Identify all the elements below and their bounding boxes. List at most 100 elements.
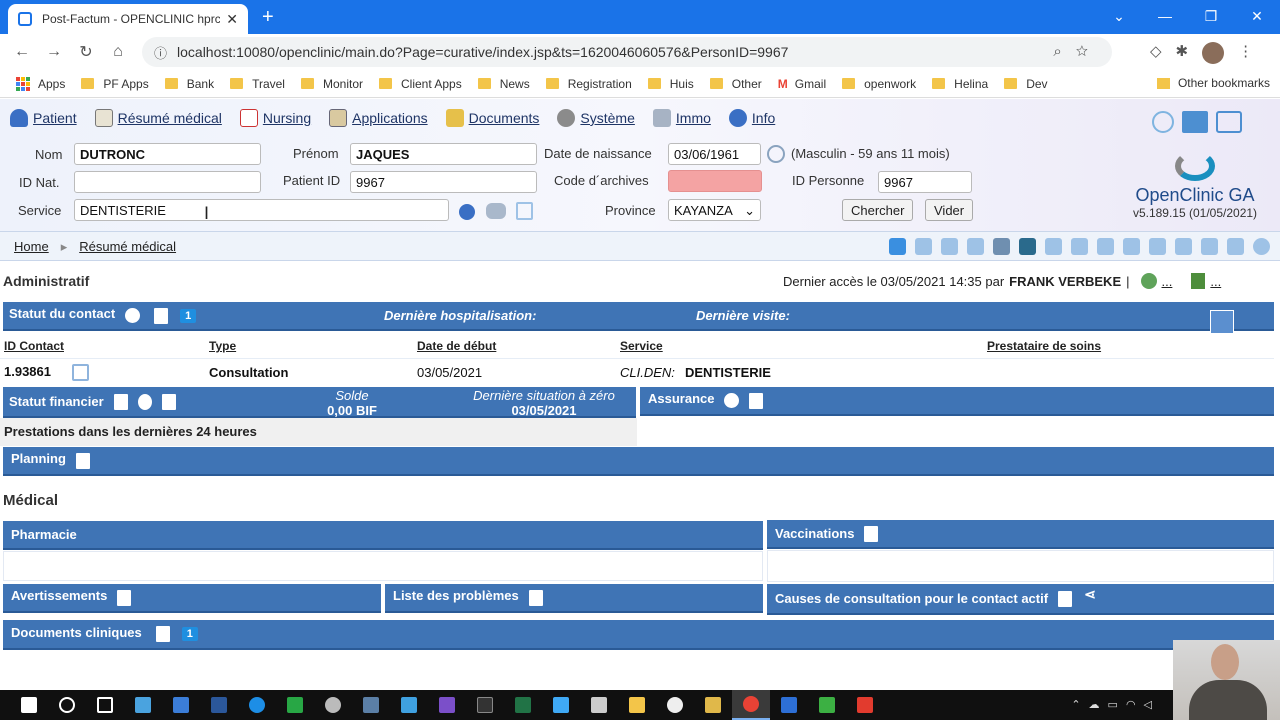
history-more-link[interactable]: ... xyxy=(1162,274,1173,289)
idnat-field[interactable] xyxy=(74,171,261,193)
col-prestataire[interactable]: Prestataire de soins xyxy=(987,339,1101,353)
contact-more-link[interactable]: ... xyxy=(1210,274,1221,289)
new-document-icon[interactable] xyxy=(749,392,764,409)
history-icon[interactable] xyxy=(1140,273,1157,289)
history-clock-icon[interactable] xyxy=(125,308,141,323)
other-bookmarks[interactable]: Other bookmarks xyxy=(1156,76,1270,90)
device-icon[interactable] xyxy=(1045,238,1062,255)
documents-count-badge[interactable]: 1 xyxy=(181,627,198,641)
tab-search-icon[interactable]: ⌄ xyxy=(1096,0,1142,32)
contact-count-badge[interactable]: 1 xyxy=(180,308,197,323)
restore-button[interactable]: ❐ xyxy=(1188,0,1234,32)
bookmark-gmail[interactable]: M Gmail xyxy=(778,77,826,91)
print-icon[interactable] xyxy=(1175,238,1192,255)
bookmark-helina[interactable]: Helina xyxy=(932,77,988,91)
idpersonne-field[interactable]: 9967 xyxy=(878,171,972,193)
col-service[interactable]: Service xyxy=(620,339,663,353)
new-document-icon[interactable] xyxy=(154,307,169,324)
breadcrumb-current[interactable]: Résumé médical xyxy=(79,239,176,255)
col-type[interactable]: Type xyxy=(209,339,236,353)
close-window-button[interactable]: ✕ xyxy=(1234,0,1280,32)
taskbar-app[interactable] xyxy=(428,690,466,720)
browser-tab[interactable]: Post-Factum - OPENCLINIC hprc ✕ xyxy=(8,4,248,34)
new-tab-button[interactable]: + xyxy=(262,6,274,29)
taskbar-app[interactable] xyxy=(162,690,200,720)
history-clock-icon[interactable] xyxy=(724,393,740,408)
address-bar[interactable]: ⓘ localhost:10080/openclinic/main.do?Pag… xyxy=(142,37,1112,67)
puzzle-icon[interactable]: ✱ xyxy=(1176,42,1189,64)
taskbar-terminal[interactable] xyxy=(466,690,504,720)
bookmark-news[interactable]: News xyxy=(477,77,530,91)
extension-icon[interactable]: ◇ xyxy=(1150,42,1162,64)
taskbar-app[interactable] xyxy=(656,690,694,720)
bookmark-registration[interactable]: Registration xyxy=(545,77,632,91)
fingerprint-icon[interactable] xyxy=(1152,111,1174,133)
share-icon[interactable]: ⋖ xyxy=(1084,586,1096,603)
service-info-icon[interactable] xyxy=(459,204,475,220)
col-date-debut[interactable]: Date de début xyxy=(417,339,496,353)
task-view-button[interactable] xyxy=(86,690,124,720)
forward-button[interactable]: → xyxy=(38,43,70,61)
vider-button[interactable]: Vider xyxy=(925,199,974,221)
close-tab-icon[interactable]: ✕ xyxy=(226,11,238,28)
archives-field[interactable] xyxy=(668,170,762,192)
bookmark-apps[interactable]: Apps xyxy=(16,76,65,91)
edit-finance-icon[interactable] xyxy=(113,393,128,410)
patientid-field[interactable]: 9967 xyxy=(350,171,537,193)
site-info-icon[interactable]: ⓘ xyxy=(154,43,167,62)
taskbar-app[interactable] xyxy=(542,690,580,720)
breadcrumb-home[interactable]: Home xyxy=(14,239,49,255)
expand-down-icon[interactable] xyxy=(1210,310,1234,334)
new-document-icon[interactable] xyxy=(155,626,170,642)
province-select[interactable]: KAYANZA ⌄ xyxy=(668,199,761,221)
taskbar-app[interactable] xyxy=(808,690,846,720)
bookmark-openwork[interactable]: openwork xyxy=(842,77,916,91)
menu-info[interactable]: Info xyxy=(728,109,775,127)
zoom-star-icons[interactable]: ⌕☆ xyxy=(1053,43,1102,60)
calendar-icon[interactable] xyxy=(767,145,785,163)
fingerprint-icon[interactable] xyxy=(1227,238,1244,255)
bookmark-bank[interactable]: Bank xyxy=(164,77,214,91)
service-field[interactable]: DENTISTERIE xyxy=(74,199,449,221)
table-row[interactable]: 1.93861 Consultation 03/05/2021 CLI.DEN:… xyxy=(0,358,1274,382)
power-icon[interactable] xyxy=(1253,238,1270,255)
id-card-icon[interactable] xyxy=(1182,111,1208,133)
chart-icon[interactable] xyxy=(1097,238,1114,255)
chercher-button[interactable]: Chercher xyxy=(842,199,914,221)
new-document-icon[interactable] xyxy=(75,452,90,469)
taskbar-app[interactable] xyxy=(276,690,314,720)
flask-icon[interactable] xyxy=(1071,238,1088,255)
taskbar-word[interactable] xyxy=(200,690,238,720)
system-tray[interactable]: ⌃☁▭◠◁ xyxy=(1071,698,1160,711)
menu-immo[interactable]: Immo xyxy=(652,109,711,127)
clear-trash-icon[interactable] xyxy=(516,202,533,220)
taskbar-chrome[interactable] xyxy=(732,690,770,720)
bookmark-travel[interactable]: Travel xyxy=(230,77,285,91)
taskbar-settings[interactable] xyxy=(314,690,352,720)
edit-causes-icon[interactable] xyxy=(1058,590,1073,607)
profile-avatar[interactable] xyxy=(1202,42,1225,64)
menu-resume-medical[interactable]: Résumé médical xyxy=(94,109,222,127)
bookmark-huis[interactable]: Huis xyxy=(647,77,694,91)
bookmark-dev[interactable]: Dev xyxy=(1004,77,1048,91)
back-button[interactable]: ← xyxy=(6,43,38,61)
menu-applications[interactable]: Applications xyxy=(329,109,428,127)
taskbar-app[interactable] xyxy=(238,690,276,720)
edit-problems-icon[interactable] xyxy=(528,589,543,606)
taskbar-app[interactable] xyxy=(694,690,732,720)
taskbar-excel[interactable] xyxy=(504,690,542,720)
reload-button[interactable]: ↻ xyxy=(70,42,102,62)
coins-icon[interactable] xyxy=(137,393,152,410)
archive-icon[interactable] xyxy=(1123,238,1140,255)
prenom-field[interactable]: JAQUES xyxy=(350,143,537,165)
contact-card-icon[interactable] xyxy=(1191,273,1206,289)
menu-nursing[interactable]: Nursing xyxy=(239,109,311,127)
menu-documents[interactable]: Documents xyxy=(445,109,539,127)
menu-systeme[interactable]: Système xyxy=(557,109,635,127)
edit-vaccinations-icon[interactable] xyxy=(864,525,879,542)
naissance-field[interactable]: 03/06/1961 xyxy=(668,143,761,165)
camera-icon[interactable] xyxy=(941,238,958,255)
qrcode-icon[interactable] xyxy=(993,238,1010,255)
bookmark-monitor[interactable]: Monitor xyxy=(300,77,363,91)
bookmark-other[interactable]: Other xyxy=(709,77,762,91)
